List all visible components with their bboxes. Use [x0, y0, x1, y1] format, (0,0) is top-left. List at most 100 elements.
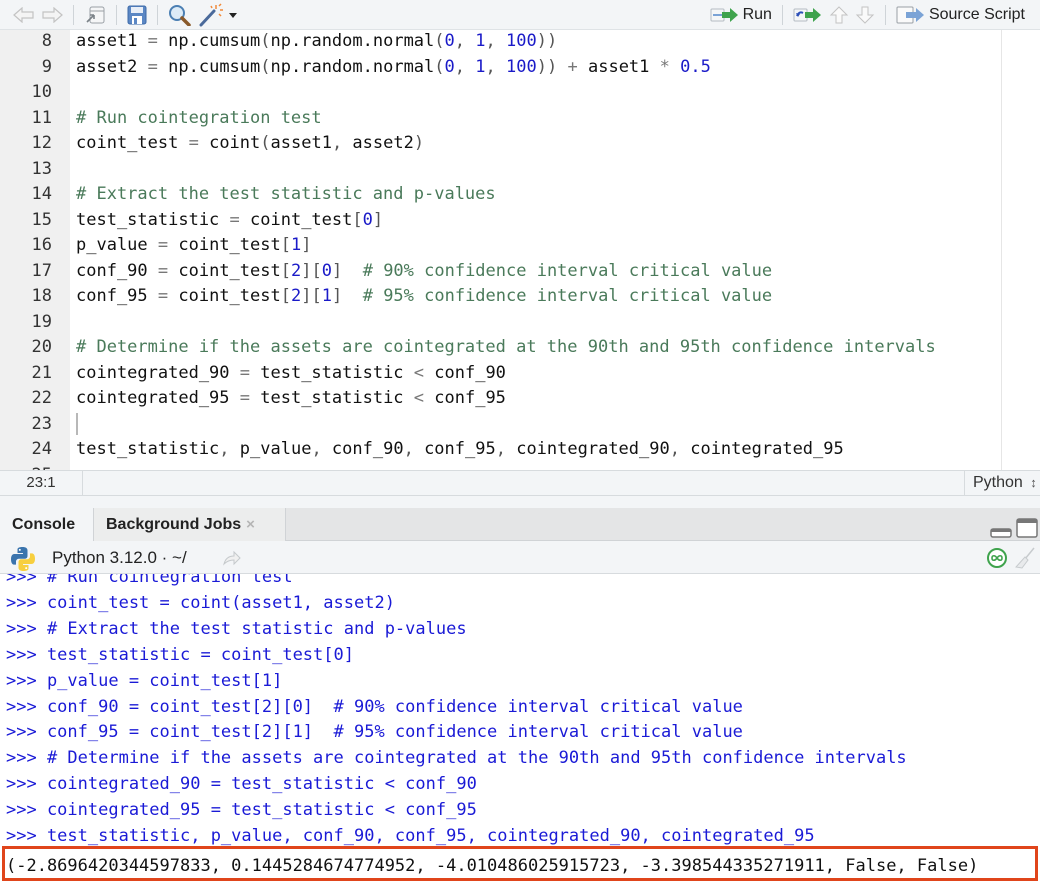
- console-input-line: >>> p_value = coint_test[1]: [6, 670, 283, 691]
- back-button[interactable]: [10, 2, 38, 28]
- run-label: Run: [742, 6, 772, 23]
- dropdown-caret-icon: [229, 13, 237, 18]
- code-editor[interactable]: 8 asset1 = np.cumsum(np.random.normal(0, …: [0, 30, 1040, 470]
- line-number: 22: [31, 388, 52, 408]
- language-selector[interactable]: Python ↕: [964, 471, 1040, 495]
- code-text: asset2 = np.cumsum(np.random.normal(0, 1…: [76, 56, 711, 77]
- code-line[interactable]: 17 conf_90 = coint_test[2][0] # 90% confi…: [0, 259, 1040, 285]
- line-number: 17: [31, 260, 52, 281]
- console-interpreter-label: Python 3.12.0 · ~/: [52, 548, 187, 567]
- toolbar-divider: [157, 5, 158, 25]
- console-input-line: >>> # Run cointegration test: [6, 574, 293, 587]
- down-arrow-icon: [855, 6, 875, 24]
- go-to-next-section-button[interactable]: [852, 2, 878, 28]
- code-line[interactable]: 19: [0, 310, 1040, 336]
- line-number: 9: [41, 56, 52, 77]
- editor-status-bar: 23:1 Python ↕: [0, 470, 1040, 496]
- code-text: conf_90 = coint_test[2][0] # 90% confide…: [76, 260, 773, 281]
- code-line[interactable]: 21 cointegrated_90 = test_statistic < con…: [0, 361, 1040, 387]
- minimize-pane-icon[interactable]: [990, 528, 1012, 538]
- line-number: 16: [31, 235, 52, 255]
- rerun-button[interactable]: [790, 2, 826, 28]
- line-number: 19: [31, 311, 52, 332]
- tab-console[interactable]: Console: [0, 508, 94, 541]
- tab-background-jobs[interactable]: Background Jobs ×: [94, 508, 286, 541]
- show-in-new-window-button[interactable]: [81, 2, 109, 28]
- back-arrow-icon: [13, 7, 34, 23]
- cursor-position[interactable]: 23:1: [0, 471, 83, 495]
- console-input-line: >>> # Determine if the assets are cointe…: [6, 748, 907, 769]
- find-replace-button[interactable]: [165, 2, 195, 28]
- console-input-line: >>> conf_95 = coint_test[2][1] # 95% con…: [6, 722, 743, 743]
- toolbar-divider: [73, 5, 74, 25]
- line-number: 13: [31, 158, 52, 179]
- code-text: asset1 = np.cumsum(np.random.normal(0, 1…: [76, 31, 558, 51]
- show-in-window-icon: [86, 6, 105, 24]
- code-line[interactable]: 20 # Determine if the assets are cointegr…: [0, 335, 1040, 361]
- python-logo-icon: [11, 547, 35, 571]
- pane-controls: [990, 518, 1038, 538]
- code-tools-wand-icon: [199, 3, 223, 27]
- toolbar-divider: [884, 5, 886, 25]
- result-highlight-box: [2, 846, 1038, 881]
- language-caret-icon: ↕: [1030, 475, 1037, 490]
- console-input-line: >>> cointegrated_95 = test_statistic < c…: [6, 800, 477, 821]
- line-number: 20: [31, 337, 52, 357]
- line-number: 25: [0, 463, 52, 471]
- source-script-label: Source Script: [928, 6, 1025, 23]
- source-script-button[interactable]: Source Script: [893, 2, 1028, 28]
- line-number: 15: [31, 209, 52, 230]
- interrupt-session-icon[interactable]: [986, 547, 1008, 569]
- code-line[interactable]: 16 p_value = coint_test[1]: [0, 233, 1040, 259]
- code-text: [76, 412, 78, 438]
- code-text: test_statistic = coint_test[0]: [76, 209, 384, 230]
- editor-toolbar: Run Source Script: [0, 0, 1040, 30]
- save-button[interactable]: [124, 2, 150, 28]
- code-text: cointegrated_95 = test_statistic < conf_…: [76, 388, 506, 408]
- tab-background-jobs-label: Background Jobs: [106, 516, 242, 533]
- code-line[interactable]: 8 asset1 = np.cumsum(np.random.normal(0, …: [0, 30, 1040, 55]
- tab-console-label: Console: [12, 516, 76, 533]
- forward-button[interactable]: [38, 2, 66, 28]
- clear-console-broom-icon[interactable]: [1014, 547, 1036, 569]
- code-tools-button[interactable]: [195, 2, 241, 28]
- code-line[interactable]: 10: [0, 80, 1040, 106]
- code-text: p_value = coint_test[1]: [76, 235, 312, 255]
- go-to-directory-icon[interactable]: [222, 550, 242, 566]
- console-input-line: >>> cointegrated_90 = test_statistic < c…: [6, 774, 477, 795]
- line-number: 10: [31, 82, 52, 102]
- close-icon[interactable]: ×: [246, 516, 255, 533]
- code-line[interactable]: 22 cointegrated_95 = test_statistic < con…: [0, 386, 1040, 412]
- code-line[interactable]: 24 test_statistic, p_value, conf_90, conf…: [0, 437, 1040, 463]
- code-text: test_statistic, p_value, conf_90, conf_9…: [76, 439, 844, 459]
- run-button[interactable]: Run: [707, 2, 775, 28]
- code-text: coint_test = coint(asset1, asset2): [76, 133, 425, 153]
- console-header: Python 3.12.0 · ~/: [0, 541, 1040, 574]
- code-line[interactable]: 15 test_statistic = coint_test[0]: [0, 208, 1040, 234]
- code-line[interactable]: 25: [0, 463, 1040, 471]
- console-input-line: >>> conf_90 = coint_test[2][0] # 90% con…: [6, 696, 743, 717]
- line-number: 21: [31, 362, 52, 383]
- forward-arrow-icon: [42, 7, 63, 23]
- maximize-pane-icon[interactable]: [1016, 518, 1038, 538]
- console-input-line: >>> coint_test = coint(asset1, asset2): [6, 592, 395, 613]
- console-output[interactable]: >>> # Run cointegration test >>> coint_te…: [0, 574, 1040, 883]
- line-number: 24: [31, 439, 52, 459]
- code-line[interactable]: 18 conf_95 = coint_test[2][1] # 95% confi…: [0, 284, 1040, 310]
- line-number: 23: [31, 413, 52, 434]
- code-line[interactable]: 12 coint_test = coint(asset1, asset2): [0, 131, 1040, 157]
- code-line[interactable]: 9 asset2 = np.cumsum(np.random.normal(0, …: [0, 55, 1040, 81]
- pane-splitter[interactable]: [0, 496, 1040, 508]
- go-to-previous-section-button[interactable]: [826, 2, 852, 28]
- up-arrow-icon: [829, 6, 849, 24]
- console-input-line: >>> test_statistic = coint_test[0]: [6, 644, 354, 665]
- code-line[interactable]: 14 # Extract the test statistic and p-val…: [0, 182, 1040, 208]
- code-text: # Extract the test statistic and p-value…: [76, 184, 496, 204]
- line-number: 14: [31, 184, 52, 204]
- code-line[interactable]: 23: [0, 412, 1040, 438]
- code-line[interactable]: 11 # Run cointegration test: [0, 106, 1040, 132]
- code-text: # Determine if the assets are cointegrat…: [76, 337, 936, 357]
- line-number: 8: [41, 31, 52, 51]
- code-line[interactable]: 13: [0, 157, 1040, 183]
- line-number: 18: [31, 286, 52, 306]
